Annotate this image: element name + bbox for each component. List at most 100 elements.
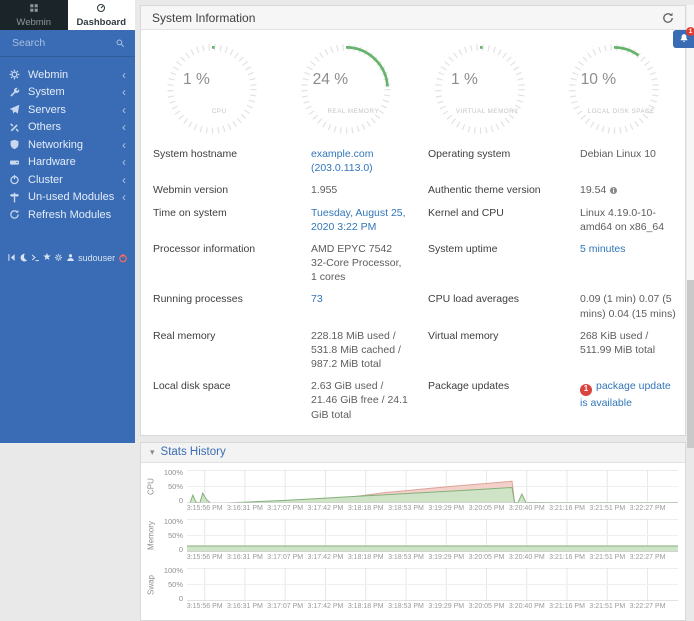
info-row: Webmin version1.955Authentic theme versi…	[141, 179, 685, 201]
sidebar-item-un-used-modules[interactable]: Un-used Modules‹	[0, 189, 135, 207]
info-value: 0.09 (1 min) 0.07 (5 mins) 0.04 (15 mins…	[568, 288, 685, 324]
sidebar-item-system[interactable]: System‹	[0, 84, 135, 102]
x-axis-tick-label: 3:15:56 PM	[187, 603, 223, 610]
y-axis-tick-label: 50%	[168, 580, 183, 589]
info-icon[interactable]	[609, 186, 618, 195]
sidebar-item-others[interactable]: Others‹	[0, 119, 135, 137]
stats-charts: CPU 100% 50% 0 3:15:56 PM3:16:31 PM3:17:…	[141, 463, 685, 620]
info-value: 1.955	[299, 179, 416, 201]
stats-history-title: Stats History	[161, 446, 226, 458]
sidebar-item-servers[interactable]: Servers‹	[0, 101, 135, 119]
x-axis-tick-label: 3:18:18 PM	[348, 505, 384, 512]
x-axis-labels: 3:15:56 PM3:16:31 PM3:17:07 PM3:17:42 PM…	[187, 552, 678, 564]
grid-icon	[29, 3, 39, 16]
x-axis-tick-label: 3:19:29 PM	[428, 505, 464, 512]
x-axis-tick-label: 3:17:42 PM	[308, 554, 344, 561]
info-value-link[interactable]: package update is available	[580, 380, 671, 408]
submenu-caret-icon: ‹	[122, 105, 126, 115]
main-content: System Information 1 % CPU 24 % REAL MEM…	[135, 0, 694, 443]
shield-icon	[9, 139, 24, 150]
info-value: example.com (203.0.113.0)	[299, 143, 416, 179]
y-axis-tick-label: 50%	[168, 482, 183, 491]
x-axis-tick-label: 3:19:29 PM	[428, 554, 464, 561]
info-label: System hostname	[141, 143, 299, 179]
info-value-link[interactable]: example.com (203.0.113.0)	[311, 148, 373, 174]
search-icon[interactable]	[115, 38, 125, 48]
settings-button[interactable]	[54, 253, 63, 262]
info-value-link[interactable]: Tuesday, August 25, 2020 3:22 PM	[311, 207, 406, 233]
chart-axis-gutter: CPU 100% 50% 0	[145, 470, 187, 515]
terminal-button[interactable]	[31, 253, 40, 262]
info-row: Running processes 73 CPU load averages0.09…	[141, 288, 685, 324]
info-row: Time on systemTuesday, August 25, 2020 3…	[141, 202, 685, 238]
y-axis-label: CPU	[145, 470, 157, 503]
svg-text:1 %: 1 %	[183, 71, 210, 88]
tab-dashboard[interactable]: Dashboard	[68, 0, 136, 30]
info-value: 73	[299, 288, 416, 324]
collapse-sidebar-button[interactable]	[7, 253, 16, 262]
chart-plot-area: 3:15:56 PM3:16:31 PM3:17:07 PM3:17:42 PM…	[187, 470, 678, 515]
x-axis-tick-label: 3:17:42 PM	[308, 505, 344, 512]
star-icon: ★	[42, 253, 51, 263]
chart-plot-cpu	[187, 470, 678, 503]
x-axis-tick-label: 3:17:07 PM	[267, 554, 303, 561]
info-value: 228.18 MiB used / 531.8 MiB cached / 987…	[299, 325, 416, 376]
y-axis-tick-label: 50%	[168, 531, 183, 540]
x-axis-tick-label: 3:16:31 PM	[227, 554, 263, 561]
sidebar-item-cluster[interactable]: Cluster‹	[0, 171, 135, 189]
submenu-caret-icon: ‹	[122, 122, 126, 132]
refresh-icon[interactable]	[662, 12, 674, 24]
info-label: Running processes	[141, 288, 299, 324]
notification-count-badge: 1	[686, 27, 694, 36]
sidebar-bottom-toolbar: ★ sudouser	[0, 248, 135, 268]
stats-history-header[interactable]: ▾ Stats History	[141, 443, 685, 463]
logout-button[interactable]	[118, 253, 128, 263]
info-row: System hostname example.com (203.0.113.0)…	[141, 143, 685, 179]
sign-icon	[9, 192, 24, 203]
gauge-cpu: 1 % CPU	[145, 37, 279, 141]
x-axis-tick-label: 3:17:42 PM	[308, 603, 344, 610]
submenu-caret-icon: ‹	[122, 175, 126, 185]
x-axis-tick-label: 3:20:40 PM	[509, 603, 545, 610]
info-label: CPU load averages	[416, 288, 568, 324]
notifications-button[interactable]: 1	[673, 30, 694, 48]
x-axis-tick-label: 3:18:18 PM	[348, 603, 384, 610]
paper-plane-icon	[9, 104, 24, 115]
info-value-link[interactable]: 5 minutes	[580, 243, 626, 255]
sidebar-item-webmin[interactable]: Webmin‹	[0, 66, 135, 84]
tab-webmin-label: Webmin	[16, 17, 51, 28]
x-axis-tick-label: 3:21:16 PM	[549, 603, 585, 610]
gear-icon	[9, 69, 24, 80]
gauge-real-memory: 24 % REAL MEMORY	[279, 37, 413, 141]
x-axis-tick-label: 3:21:16 PM	[549, 554, 585, 561]
x-axis-tick-label: 3:20:05 PM	[469, 554, 505, 561]
info-value-link[interactable]: 73	[311, 293, 323, 305]
sidebar-item-networking[interactable]: Networking‹	[0, 136, 135, 154]
sidebar-item-refresh-modules[interactable]: Refresh Modules	[0, 206, 135, 224]
chart-swap: Swap 100% 50% 0 3:15:56 PM3:16:31 PM3:17…	[145, 568, 678, 613]
night-mode-button[interactable]	[19, 253, 28, 262]
y-axis-tick-label: 100%	[164, 566, 183, 575]
user-button[interactable]: sudouser	[66, 253, 115, 263]
vertical-scrollbar[interactable]	[686, 5, 694, 443]
scrollbar-thumb[interactable]	[687, 280, 694, 448]
y-axis-tick-label: 0	[179, 594, 183, 603]
x-axis-tick-label: 3:20:05 PM	[469, 603, 505, 610]
panel-header: System Information	[141, 6, 685, 30]
svg-text:VIRTUAL MEMORY: VIRTUAL MEMORY	[456, 108, 519, 115]
info-row: Real memory228.18 MiB used / 531.8 MiB c…	[141, 325, 685, 376]
page-title: System Information	[152, 11, 662, 25]
sidebar-item-hardware[interactable]: Hardware‹	[0, 154, 135, 172]
favorites-button[interactable]: ★	[42, 253, 51, 263]
x-axis-labels: 3:15:56 PM3:16:31 PM3:17:07 PM3:17:42 PM…	[187, 503, 678, 515]
power-icon	[9, 174, 24, 185]
sidebar-item-label: Others	[24, 121, 122, 133]
search-input[interactable]	[10, 36, 115, 50]
tab-webmin[interactable]: Webmin	[0, 0, 68, 30]
gauge-virtual-memory: 1 % VIRTUAL MEMORY	[413, 37, 547, 141]
chart-memory: Memory 100% 50% 0 3:15:56 PM3:16:31 PM3:…	[145, 519, 678, 564]
sidebar-item-label: Webmin	[24, 69, 122, 81]
collapse-icon	[7, 253, 16, 262]
info-label: Kernel and CPU	[416, 202, 568, 238]
power-red-icon	[118, 253, 128, 263]
